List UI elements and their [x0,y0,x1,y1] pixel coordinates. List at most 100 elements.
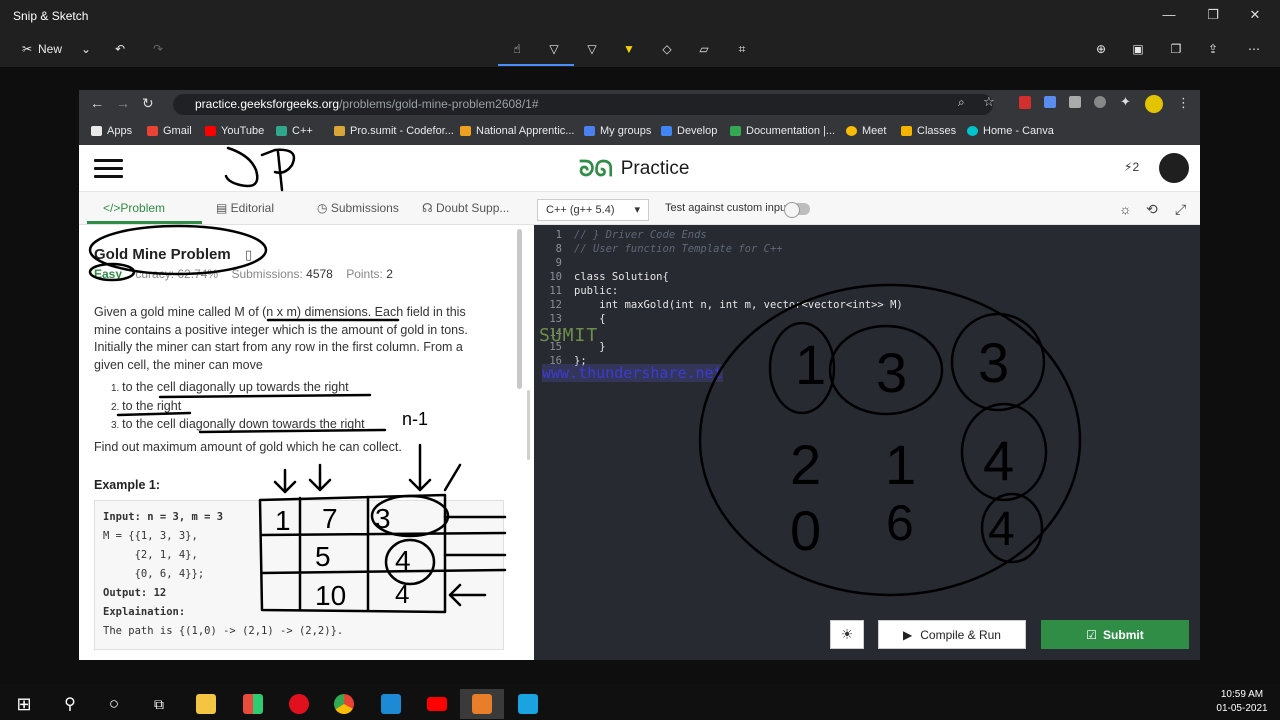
share-icon[interactable]: ⇪ [1201,37,1225,61]
copy-icon[interactable]: ❐ [1164,37,1188,61]
code-line: public: [574,285,619,297]
cortana-button[interactable]: ○ [92,689,136,719]
pdf-extension-icon[interactable] [1019,96,1031,109]
code-editor[interactable]: 1 8 9 10 11 12 13 14 15 16 // } Driver Code Ends … [534,225,1200,660]
ballpoint-pen-icon[interactable]: ▽ [542,37,566,61]
taskbar-vscode[interactable] [369,689,413,719]
custom-input-toggle[interactable] [784,202,810,218]
bookmark-gmail[interactable]: Gmail [147,125,192,137]
site-header: ᘐᘏ Practice ⚡2 [79,145,1200,192]
points-label: Points: [346,267,383,281]
camera-extension-icon[interactable] [1044,96,1056,108]
fullscreen-icon[interactable]: ⤢ [1175,201,1186,218]
minimize-button[interactable]: — [1152,4,1186,26]
groups-icon [584,126,595,136]
bookmark-icon[interactable]: ▯ [245,247,252,263]
save-icon[interactable]: ▣ [1126,37,1150,61]
tab-submissions[interactable]: ◷ Submissions [317,201,399,215]
taskbar-app-tiles[interactable] [231,689,275,719]
ruler-icon[interactable]: ▱ [692,37,716,61]
touch-writing-icon[interactable]: ☝ [505,37,529,61]
browser-menu-icon[interactable]: ⋮ [1177,95,1190,111]
bookmark-star-icon[interactable]: ☆ [983,94,995,110]
restore-button[interactable]: ❐ [1196,4,1230,26]
taskbar-file-explorer[interactable] [184,689,228,719]
streak-counter[interactable]: ⚡2 [1124,160,1139,174]
gmail-icon [147,126,158,136]
reload-icon[interactable]: ↻ [142,95,154,112]
search-icon[interactable]: ⌕ [958,95,965,110]
more-icon[interactable]: ⋯ [1242,37,1266,61]
tab-doubt-support[interactable]: ☊ Doubt Supp... [422,201,509,215]
new-button[interactable]: ✂ New [12,37,72,61]
taskbar-recorder[interactable] [506,689,550,719]
taskbar-snip-sketch[interactable] [460,689,504,719]
gfg-logo-icon: ᘐᘏ [579,156,613,181]
inner-scrollbar[interactable] [527,390,530,460]
start-button[interactable]: ⊞ [2,689,46,719]
bookmark-codeforces[interactable]: Pro.sumit - Codefor... [334,125,454,137]
highlighter-icon[interactable]: ▼ [617,37,641,61]
tab-problem[interactable]: </>Problem [103,201,165,215]
crop-icon[interactable]: ⌗ [730,37,754,61]
close-button[interactable]: ✕ [1238,4,1272,26]
site-logo[interactable]: ᘐᘏ Practice [579,156,689,182]
bookmark-apprenticeship[interactable]: National Apprentic... [460,125,574,137]
example-line: The path is {(1,0) -> (2,1) -> (2,2)}. [103,625,344,637]
reset-code-icon[interactable]: ⟲ [1146,201,1158,218]
eraser-icon[interactable]: ◇ [655,37,679,61]
bookmark-meet[interactable]: Meet [846,125,886,137]
url-field[interactable]: practice.geeksforgeeks.org/problems/gold… [173,94,993,115]
bookmark-my-groups[interactable]: My groups [584,125,651,137]
forward-icon[interactable]: → [116,95,130,111]
profile-avatar[interactable] [1145,95,1163,113]
taskbar-chrome[interactable] [322,689,366,719]
code-text: // } Driver Code Ends // User function T… [574,228,903,368]
bookmark-apps[interactable]: Apps [91,125,132,137]
compile-run-button[interactable]: ▶ Compile & Run [878,620,1026,649]
windows-logo-icon: ⊞ [16,693,32,714]
back-icon[interactable]: ← [90,95,104,111]
snip-icon: ✂ [21,42,33,56]
language-select[interactable]: C++ (g++ 5.4) ▾ [537,199,649,221]
extensions-puzzle-icon[interactable]: ✦ [1120,94,1131,110]
problem-scrollbar[interactable] [517,229,522,389]
url-host: practice.geeksforgeeks.org [195,97,340,111]
taskbar-youtube[interactable] [415,689,459,719]
code-line: int maxGold(int n, int m, vector<vector<… [574,299,903,311]
code-line: class Solution{ [574,271,669,283]
screenshot-extension-icon[interactable] [1069,96,1081,108]
clock-date: 01-05-2021 [1216,703,1268,714]
bulb-theme-button[interactable]: ☀ [830,620,864,649]
chrome-icon [334,694,354,714]
task-view-button[interactable]: ⧉ [137,689,181,719]
tab-editorial[interactable]: ▤ Editorial [216,201,274,215]
cloud-extension-icon[interactable] [1094,96,1106,108]
search-button[interactable]: ⚲ [48,689,92,719]
bookmark-classes[interactable]: Classes [901,125,956,137]
redo-icon[interactable]: ↷ [146,37,170,61]
bookmark-develop[interactable]: Develop [661,125,717,137]
taskbar-opera[interactable] [277,689,321,719]
description-line: mine contains a positive integer which i… [94,322,468,337]
logo-text: Practice [620,158,690,179]
theme-sun-icon[interactable]: ☼ [1119,201,1132,217]
undo-icon[interactable]: ↶ [108,37,132,61]
snip-toolbar: ✂ New ⌄ ↶ ↷ ☝ ▽ ▽ ▼ ◇ ▱ ⌗ ⊕ ▣ ❐ ⇪ ⋯ [0,31,1280,67]
headset-icon: ☊ [422,201,436,215]
bookmark-cpp[interactable]: C++ [276,125,313,137]
system-clock[interactable]: 10:59 AM 01-05-2021 [1210,688,1274,716]
zoom-icon[interactable]: ⊕ [1089,37,1113,61]
submissions-label: Submissions: [231,267,303,281]
bookmark-documentation[interactable]: Documentation |... [730,125,835,137]
example-line: {0, 6, 4}}; [103,568,205,580]
new-dropdown-chevron-icon[interactable]: ⌄ [76,37,96,61]
hamburger-menu-icon[interactable] [94,159,123,178]
bookmark-canva[interactable]: Home - Canva [967,125,1054,137]
submit-button[interactable]: ☑ Submit [1041,620,1189,649]
user-avatar[interactable] [1159,153,1189,183]
task-view-icon: ⧉ [154,695,164,712]
address-bar: ← → ↻ practice.geeksforgeeks.org/problem… [79,90,1200,119]
pencil-icon[interactable]: ▽ [580,37,604,61]
bookmark-youtube[interactable]: YouTube [205,125,264,137]
